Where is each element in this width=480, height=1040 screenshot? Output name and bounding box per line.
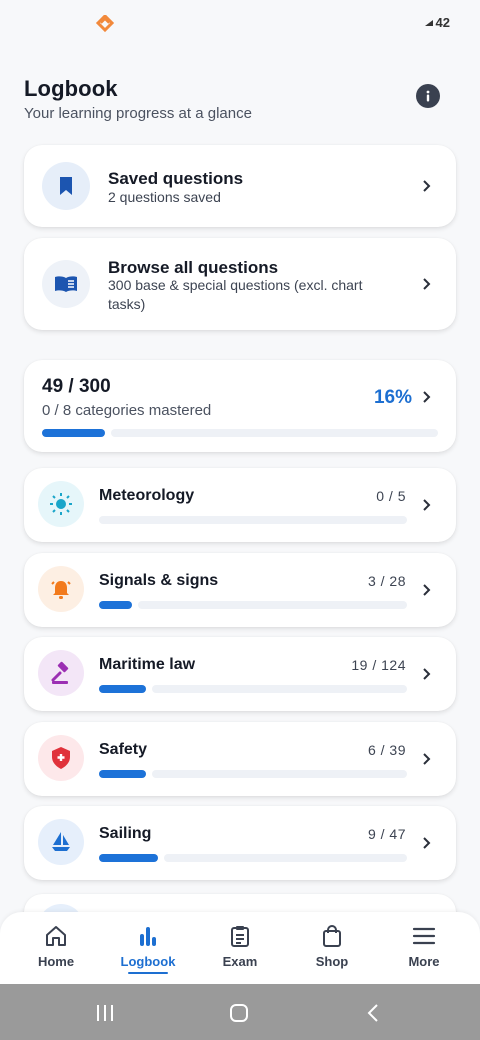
category-progress-track bbox=[152, 685, 407, 693]
gavel-icon bbox=[49, 661, 73, 685]
category-title: Maritime law bbox=[99, 656, 196, 673]
page-title: Logbook bbox=[24, 76, 118, 101]
overall-progress-track bbox=[111, 429, 438, 437]
category-title: Safety bbox=[99, 741, 148, 758]
category-progress-fill bbox=[99, 685, 146, 693]
category-count: 3 / 28 bbox=[367, 573, 406, 589]
chevron-right-icon bbox=[420, 498, 434, 512]
page-subtitle: Your learning progress at a glance bbox=[24, 105, 252, 122]
nav-logbook[interactable]: Logbook bbox=[102, 912, 194, 984]
battery-indicator: 42 bbox=[424, 15, 450, 30]
category-icon-circle bbox=[38, 481, 84, 527]
category-count: 9 / 47 bbox=[367, 826, 406, 842]
sailboat-icon bbox=[49, 830, 73, 854]
status-bar: 42 bbox=[0, 0, 480, 46]
bell-icon bbox=[50, 578, 72, 600]
overall-progress-fill bbox=[42, 429, 105, 437]
category-card[interactable]: Safety 6 / 39 bbox=[24, 722, 456, 796]
chevron-right-icon bbox=[420, 179, 434, 193]
page-header: Logbook Your learning progress at a glan… bbox=[24, 76, 456, 122]
category-progress-track bbox=[164, 854, 407, 862]
saved-icon-circle bbox=[42, 162, 90, 210]
category-progress-track bbox=[99, 516, 407, 524]
chevron-right-icon bbox=[420, 583, 434, 597]
category-count: 19 / 124 bbox=[351, 657, 406, 673]
category-progress-fill bbox=[99, 770, 146, 778]
shopping-bag-icon bbox=[323, 925, 341, 947]
chevron-right-icon bbox=[420, 390, 434, 404]
chevron-right-icon bbox=[420, 752, 434, 766]
system-navigation-bar bbox=[0, 984, 480, 1040]
info-icon bbox=[426, 90, 430, 102]
shield-icon bbox=[50, 746, 72, 770]
browse-questions-card[interactable]: Browse all questions 300 base & special … bbox=[24, 238, 456, 330]
category-card[interactable]: Signals & signs 3 / 28 bbox=[24, 553, 456, 627]
categories-mastered: 0 / 8 categories mastered bbox=[42, 402, 212, 419]
chevron-right-icon bbox=[420, 836, 434, 850]
nav-exam[interactable]: Exam bbox=[194, 912, 286, 984]
battery-icon bbox=[424, 19, 433, 26]
battery-level: 42 bbox=[435, 15, 450, 30]
nav-more-label: More bbox=[408, 954, 440, 969]
info-button[interactable] bbox=[416, 84, 440, 108]
category-title: Meteorology bbox=[99, 487, 195, 504]
sun-icon bbox=[49, 492, 73, 516]
browse-title: Browse all questions bbox=[108, 258, 279, 277]
browse-icon-circle bbox=[42, 260, 90, 308]
nav-home[interactable]: Home bbox=[10, 912, 102, 984]
category-count: 6 / 39 bbox=[367, 742, 406, 758]
nav-shop[interactable]: Shop bbox=[286, 912, 378, 984]
category-icon-circle bbox=[38, 819, 84, 865]
category-card[interactable]: Meteorology 0 / 5 bbox=[24, 468, 456, 542]
saved-subtitle: 2 questions saved bbox=[108, 189, 221, 205]
bar-chart-icon bbox=[140, 927, 156, 946]
category-icon-circle bbox=[38, 566, 84, 612]
menu-icon bbox=[412, 927, 436, 945]
bottom-navigation: Home Logbook Exam Shop More bbox=[0, 912, 480, 984]
book-icon bbox=[55, 276, 77, 292]
nav-exam-label: Exam bbox=[222, 954, 258, 969]
mastered-questions-count: 49 / 300 bbox=[42, 376, 111, 397]
app-logo-icon bbox=[96, 15, 114, 33]
category-title: Signals & signs bbox=[99, 572, 219, 589]
category-title: Sailing bbox=[99, 825, 152, 842]
home-button-icon[interactable] bbox=[229, 1003, 249, 1023]
browse-subtitle: 300 base & special questions (excl. char… bbox=[108, 277, 363, 312]
chevron-right-icon bbox=[420, 667, 434, 681]
category-card[interactable]: Maritime law 19 / 124 bbox=[24, 637, 456, 711]
progress-percent: 16% bbox=[373, 387, 412, 408]
category-icon-circle bbox=[38, 735, 84, 781]
category-progress-fill bbox=[99, 601, 132, 609]
category-progress-track bbox=[152, 770, 407, 778]
progress-summary-card[interactable]: 49 / 300 0 / 8 categories mastered 16% bbox=[24, 360, 456, 452]
nav-home-label: Home bbox=[37, 954, 75, 969]
nav-more[interactable]: More bbox=[378, 912, 470, 984]
category-count: 0 / 5 bbox=[376, 488, 406, 504]
category-icon-circle bbox=[38, 650, 84, 696]
saved-title: Saved questions bbox=[108, 169, 244, 188]
active-tab-indicator bbox=[128, 972, 168, 974]
category-progress-fill bbox=[99, 854, 158, 862]
saved-questions-card[interactable]: Saved questions 2 questions saved bbox=[24, 145, 456, 227]
clipboard-icon bbox=[231, 926, 249, 947]
chevron-right-icon bbox=[420, 277, 434, 291]
category-progress-track bbox=[138, 601, 407, 609]
category-card[interactable]: Sailing 9 / 47 bbox=[24, 806, 456, 880]
nav-shop-label: Shop bbox=[315, 954, 349, 969]
back-icon[interactable] bbox=[366, 1003, 380, 1023]
bookmark-icon bbox=[60, 177, 72, 195]
nav-logbook-label: Logbook bbox=[120, 954, 176, 969]
recent-apps-icon[interactable] bbox=[95, 1004, 115, 1022]
home-icon bbox=[46, 926, 66, 946]
